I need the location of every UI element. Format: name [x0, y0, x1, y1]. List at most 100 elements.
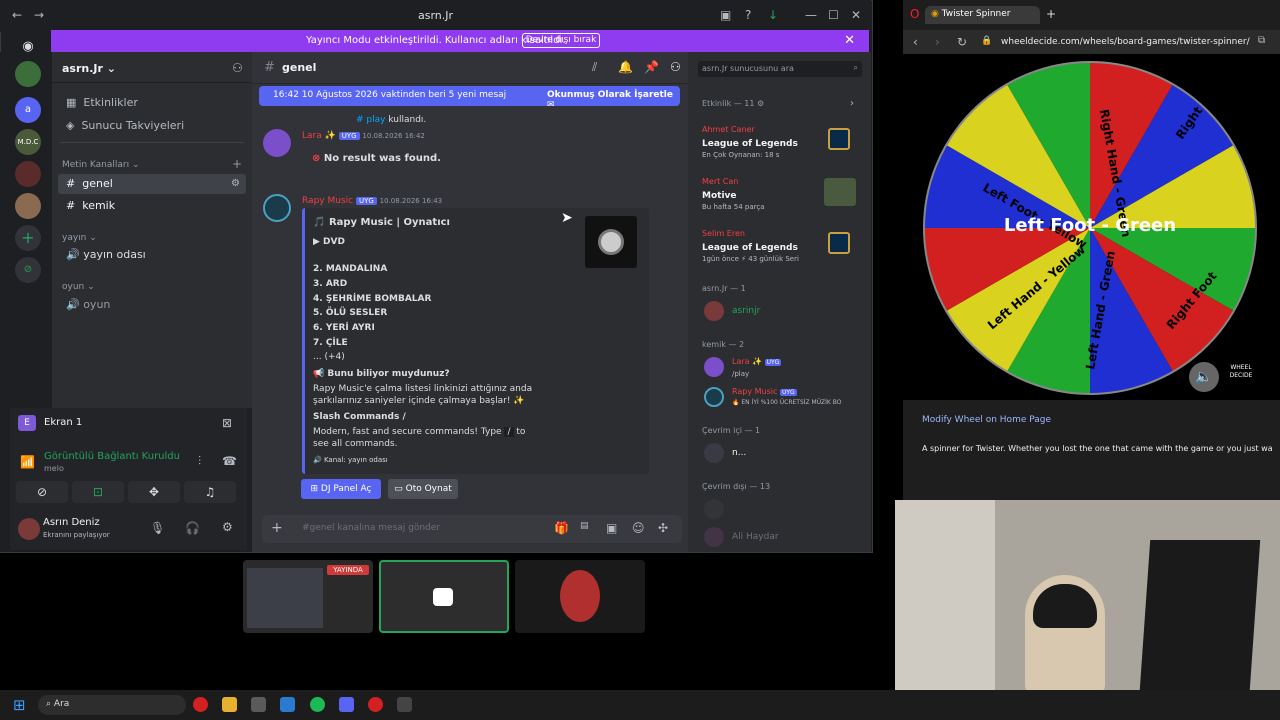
disconnect-icon[interactable]: ☎ — [222, 454, 237, 468]
channel-kemik[interactable]: # kemik — [58, 196, 246, 216]
member-list-icon[interactable]: ⚇ — [670, 60, 681, 74]
edge-icon[interactable] — [280, 697, 295, 712]
server-icon[interactable] — [15, 161, 41, 187]
user-settings-icon[interactable]: ⚙ — [222, 520, 233, 534]
opera-icon[interactable] — [193, 697, 208, 712]
online-header: Çevrim içi — 1 — [702, 426, 761, 435]
inbox-icon[interactable]: ▣ — [720, 8, 731, 22]
avatar[interactable] — [18, 518, 40, 540]
browser-tab[interactable]: ◉ Twister Spinner — [925, 6, 1040, 24]
discord-logo-icon[interactable]: ◉ — [15, 34, 41, 60]
server-icon-mdc[interactable]: M.D.C — [15, 129, 41, 155]
microphone-icon[interactable]: 🎙 — [150, 521, 165, 535]
auto-play-button[interactable]: ▭ Oto Oynat — [388, 479, 458, 499]
game-icon — [828, 232, 850, 254]
add-attachment-icon[interactable]: + — [271, 520, 283, 536]
gift-icon[interactable]: 🎁 — [554, 521, 569, 535]
avatar[interactable] — [704, 357, 724, 377]
member-name[interactable]: Ali Haydar — [732, 532, 779, 542]
add-user-icon[interactable]: ⚇ — [232, 61, 243, 75]
disable-streamer-mode-button[interactable]: Devre dışı bırak — [522, 33, 600, 48]
music-embed: 🎵 Rapy Music | Oynatıcı ▶ DVD 2. MANDALI… — [302, 208, 649, 474]
gif-icon[interactable]: ▤ — [580, 521, 589, 531]
opera-gx-icon[interactable] — [368, 697, 383, 712]
member-activity: 🔥 EN İYİ %100 ÜCRETSİZ MÜZİK BO — [732, 399, 842, 406]
events-nav[interactable]: ▦ Etkinlikler — [58, 93, 246, 113]
headphones-icon[interactable]: 🎧 — [185, 521, 200, 535]
activities-button[interactable]: ✥ — [128, 481, 180, 503]
category-oyun[interactable]: oyun ⌄ — [62, 282, 95, 292]
pin-icon[interactable]: 📌 — [644, 60, 659, 74]
threads-icon[interactable]: ⫽ — [592, 60, 597, 75]
screen-share-button[interactable]: ⊡ — [72, 481, 124, 503]
user-thumbnail[interactable] — [515, 560, 645, 633]
close-screen-icon[interactable]: ⊠ — [222, 416, 232, 430]
windows-start-icon[interactable]: ⊞ — [13, 696, 26, 714]
help-icon[interactable]: ? — [745, 8, 751, 22]
sticker-icon[interactable]: ▣ — [606, 521, 617, 535]
banner-close-icon[interactable]: ✕ — [844, 33, 855, 48]
dj-panel-button[interactable]: ⊞ DJ Panel Aç — [301, 479, 381, 499]
bot-avatar[interactable] — [263, 194, 291, 222]
emoji-icon[interactable]: ☺ — [632, 521, 645, 535]
message-input[interactable]: + #genel kanalına mesaj gönder 🎁 ▤ ▣ ☺ ✣ — [262, 515, 682, 543]
add-channel-icon[interactable]: + — [232, 157, 242, 171]
close-icon[interactable]: ✕ — [851, 8, 861, 22]
member-name[interactable]: Lara ✨ UYG — [732, 357, 782, 366]
avatar[interactable] — [263, 129, 291, 157]
url-text[interactable]: wheeldecide.com/wheels/board-games/twist… — [1001, 37, 1250, 47]
voice-channel-yayin-odasi[interactable]: 🔊 yayın odası — [58, 245, 246, 265]
explore-icon[interactable]: ⊘ — [15, 257, 41, 283]
avatar[interactable] — [704, 387, 724, 407]
camera-off-button[interactable]: ⊘ — [16, 481, 68, 503]
opera-logo-icon[interactable]: O — [910, 7, 919, 21]
soundboard-button[interactable]: ♫ — [184, 481, 236, 503]
member-name[interactable]: Rapy Music UYG — [732, 387, 797, 396]
apps-icon[interactable]: ✣ — [658, 521, 668, 535]
add-server-icon[interactable]: + — [15, 225, 41, 251]
chevron-right-icon[interactable]: › — [850, 98, 854, 109]
obs-icon[interactable] — [397, 697, 412, 712]
avatar[interactable] — [704, 301, 724, 321]
server-name[interactable]: asrn.Jr ⌄ — [62, 62, 116, 75]
reload-icon[interactable]: ↻ — [957, 35, 967, 49]
avatar[interactable] — [704, 443, 724, 463]
new-tab-icon[interactable]: + — [1046, 7, 1056, 21]
forward-icon[interactable]: › — [935, 35, 940, 49]
category-text-channels[interactable]: Metin Kanalları ⌄ — [62, 160, 140, 170]
activity-card[interactable]: Selim Eren League of Legends 1gün önce ⚡… — [696, 226, 862, 270]
noise-icon[interactable]: ⫶ — [198, 454, 201, 469]
avatar[interactable] — [704, 499, 724, 519]
member-name[interactable]: asrinjr — [732, 306, 760, 316]
taskbar-search[interactable]: ⌕ Ara — [38, 695, 186, 715]
server-search-input[interactable]: asrn.Jr sunucusunu ara ⌕ — [698, 61, 862, 77]
voice-channel-oyun[interactable]: 🔊 oyun — [58, 295, 246, 315]
mark-read-button[interactable]: Okunmuş Olarak İşaretle ✉ — [547, 90, 680, 110]
spotify-icon[interactable] — [310, 697, 325, 712]
camera-thumbnail[interactable] — [379, 560, 509, 633]
download-icon[interactable]: ↓ — [768, 8, 778, 22]
stream-thumbnail[interactable]: YAYINDA — [243, 560, 373, 633]
avatar[interactable] — [704, 527, 724, 547]
channel-genel[interactable]: # genel ⚙ — [58, 174, 246, 194]
mute-icon[interactable]: 🔈 — [1189, 362, 1219, 392]
new-messages-bar[interactable]: 16:42 10 Ağustos 2026 vaktinden beri 5 y… — [259, 86, 680, 110]
activity-card[interactable]: Mert Can Motive Bu hafta 54 parça — [696, 174, 862, 218]
share-icon[interactable]: ⧉ — [1258, 35, 1265, 46]
minimize-icon[interactable]: — — [805, 8, 817, 22]
maximize-icon[interactable]: ☐ — [828, 8, 839, 22]
member-name[interactable]: n... — [732, 448, 746, 458]
server-icon[interactable] — [15, 193, 41, 219]
bell-icon[interactable]: 🔔 — [618, 60, 633, 74]
activity-card[interactable]: Ahmet Caner League of Legends En Çok Oyn… — [696, 122, 862, 166]
folder-icon[interactable] — [222, 697, 237, 712]
discord-icon[interactable] — [339, 697, 354, 712]
server-icon-active[interactable]: a — [15, 97, 41, 123]
now-playing: ▶ DVD — [313, 237, 345, 247]
modify-wheel-link[interactable]: Modify Wheel on Home Page — [922, 415, 1051, 425]
store-icon[interactable] — [251, 697, 266, 712]
category-yayin[interactable]: yayın ⌄ — [62, 233, 97, 243]
back-icon[interactable]: ‹ — [913, 35, 918, 49]
server-icon[interactable] — [15, 61, 41, 87]
boosts-nav[interactable]: ◈ Sunucu Takviyeleri — [58, 116, 246, 136]
